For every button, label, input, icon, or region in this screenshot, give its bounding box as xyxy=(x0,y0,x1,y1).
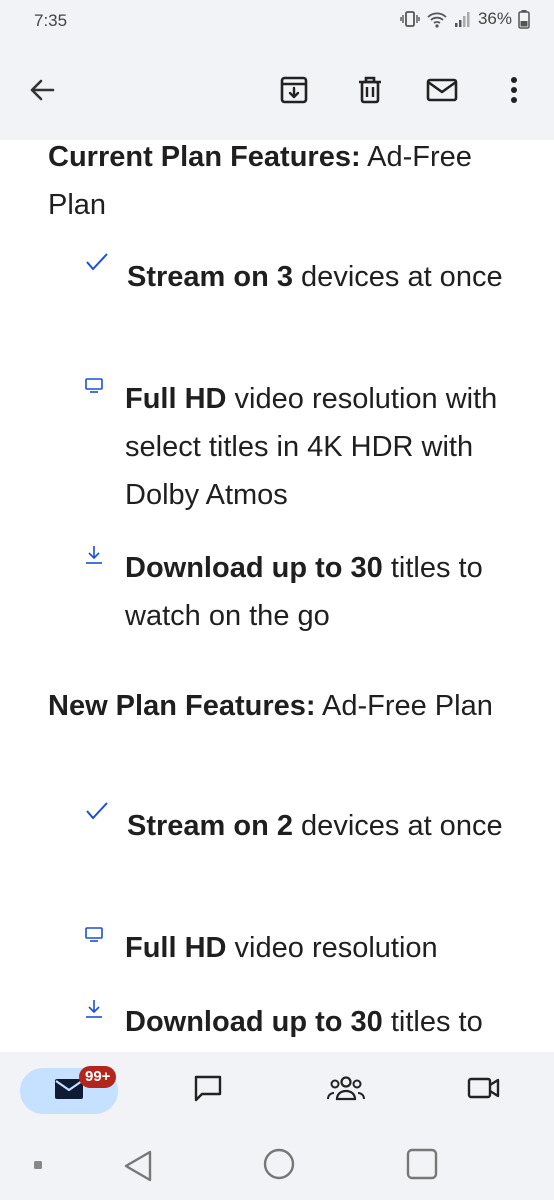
feature-bold: Stream on 2 xyxy=(127,810,293,842)
system-recents-button[interactable] xyxy=(404,1146,440,1187)
bottom-navigation: 99+ xyxy=(0,1052,554,1136)
feature-bold: Full HD xyxy=(125,932,227,964)
back-arrow-icon xyxy=(27,75,57,110)
more-options-button[interactable] xyxy=(496,74,532,110)
feature-bold: Download up to 30 xyxy=(125,1006,383,1038)
system-navigation-bar xyxy=(0,1136,554,1200)
current-feature-streams-text: Stream on 3 devices at once xyxy=(127,253,527,301)
feature-rest: titles to xyxy=(382,1006,483,1038)
system-back-button[interactable] xyxy=(120,1146,156,1191)
feature-bold: Download up to 30 xyxy=(125,552,383,584)
archive-button[interactable] xyxy=(276,74,312,110)
spaces-icon xyxy=(326,1073,366,1108)
email-body[interactable]: Current Plan Features: Ad-Free Plan Stre… xyxy=(0,140,554,1052)
download-icon xyxy=(84,544,104,571)
chat-icon xyxy=(192,1073,224,1108)
download-icon xyxy=(84,998,104,1025)
new-plan-heading: New Plan Features: Ad-Free Plan xyxy=(48,682,518,730)
mark-unread-button[interactable] xyxy=(424,74,460,110)
feature-rest: video resolution xyxy=(226,932,438,964)
signal-icon xyxy=(454,10,472,28)
feature-bold: Full HD xyxy=(125,383,227,415)
nav-spaces[interactable] xyxy=(316,1068,376,1112)
more-options-icon xyxy=(509,75,519,110)
monitor-icon xyxy=(84,377,104,400)
new-plan-heading-bold: New Plan Features: xyxy=(48,690,316,722)
wifi-icon xyxy=(426,9,448,29)
status-bar: 7:35 36% xyxy=(0,0,554,44)
nav-meet[interactable] xyxy=(454,1068,514,1112)
current-plan-heading: Current Plan Features: Ad-Free Plan xyxy=(48,140,518,229)
current-feature-downloads-text: Download up to 30 titles to watch on the… xyxy=(125,544,525,640)
feature-bold: Stream on 3 xyxy=(127,261,293,293)
checkmark-icon xyxy=(84,800,110,827)
new-feature-downloads-text: Download up to 30 titles to xyxy=(125,998,545,1046)
new-feature-streams-text: Stream on 2 devices at once xyxy=(127,802,527,850)
battery-icon xyxy=(518,9,530,29)
back-button[interactable] xyxy=(24,74,60,110)
recent-dot-icon xyxy=(32,1158,44,1176)
monitor-icon xyxy=(84,926,104,949)
system-home-button[interactable] xyxy=(261,1146,297,1187)
checkmark-icon xyxy=(84,251,110,278)
status-time: 7:35 xyxy=(34,11,68,30)
delete-button[interactable] xyxy=(352,74,388,110)
battery-percent: 36% xyxy=(477,9,512,28)
status-icons: 36% xyxy=(400,9,530,29)
feature-rest: devices at once xyxy=(293,261,503,293)
new-feature-resolution-text: Full HD video resolution xyxy=(125,924,525,972)
archive-icon xyxy=(278,74,310,111)
app-bar xyxy=(0,44,554,140)
delete-icon xyxy=(354,74,386,111)
mark-unread-icon xyxy=(425,75,459,110)
new-plan-heading-rest: Ad-Free Plan xyxy=(315,690,493,722)
mail-unread-badge: 99+ xyxy=(79,1066,117,1088)
current-plan-heading-bold: Current Plan Features: xyxy=(48,141,361,173)
nav-chat[interactable] xyxy=(178,1068,238,1112)
meet-icon xyxy=(466,1074,502,1107)
current-feature-resolution-text: Full HD video resolution with select tit… xyxy=(125,375,525,519)
vibrate-icon xyxy=(400,9,420,29)
feature-rest: devices at once xyxy=(293,810,503,842)
